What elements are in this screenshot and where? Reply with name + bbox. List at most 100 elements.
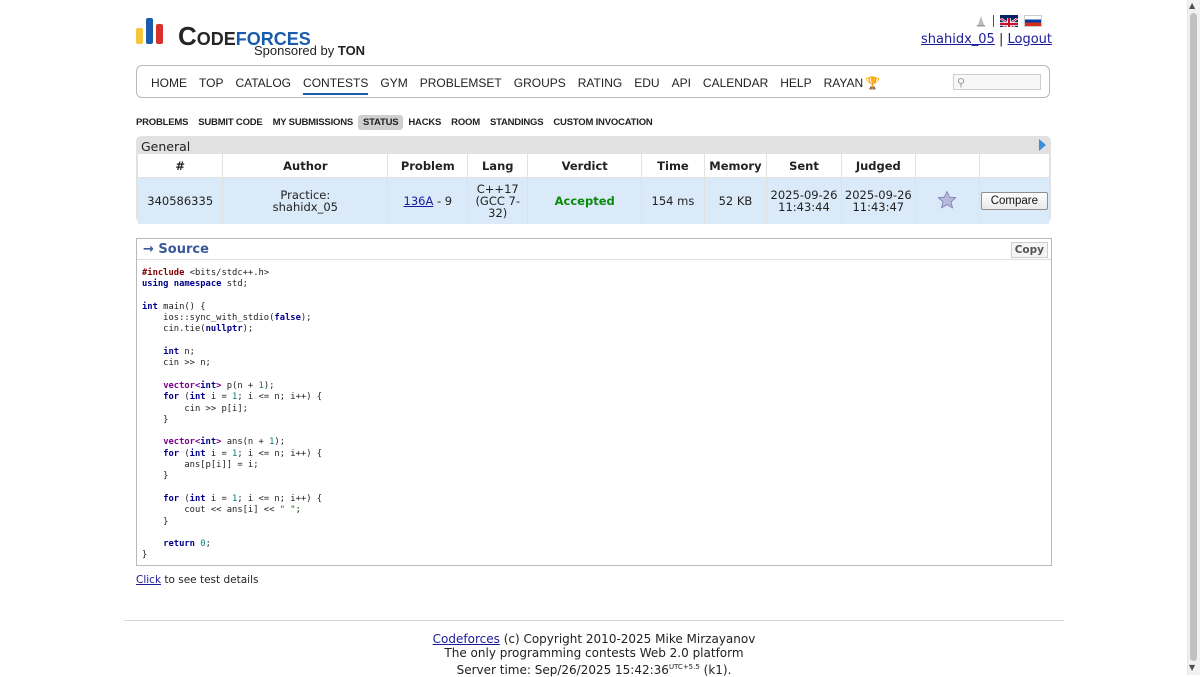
submission-table: # Author Problem Lang Verdict Time Memory Sent J…	[138, 154, 1049, 224]
sent-cell: 2025-09-26 11:43:44	[766, 177, 842, 224]
menu-item-label: GROUPS	[513, 76, 566, 90]
test-details-line: Click to see test details	[136, 574, 258, 586]
source-code[interactable]: #include <bits/stdc++.h> using namespace…	[142, 268, 322, 562]
problem-link[interactable]: 136A	[404, 194, 434, 208]
compare-button[interactable]: Compare	[980, 192, 1048, 210]
column-header: Time	[641, 154, 705, 178]
column-header	[979, 154, 1049, 178]
icon-separator	[993, 15, 994, 27]
trophy-icon: 🏆	[865, 76, 881, 90]
scroll-down-arrow-icon[interactable]: ▼	[1189, 663, 1195, 673]
user-separator: |	[998, 32, 1004, 47]
vertical-scrollbar[interactable]: ▲ ▼	[1187, 0, 1200, 675]
column-header	[915, 154, 980, 178]
menu-item-home[interactable]: HOME	[151, 76, 187, 95]
sponsor-name[interactable]: TON	[338, 43, 365, 58]
profile-link[interactable]: shahidx_05	[921, 32, 995, 47]
scroll-up-arrow-icon[interactable]: ▲	[1189, 1, 1195, 11]
menu-item-edu[interactable]: EDU	[634, 76, 659, 95]
menu-item-gym[interactable]: GYM	[380, 76, 407, 95]
submenu-item-room[interactable]: ROOM	[446, 115, 485, 130]
logout-link[interactable]: Logout	[1007, 32, 1052, 47]
footer-tagline: The only programming contests Web 2.0 pl…	[444, 646, 744, 660]
user-links: shahidx_05 | Logout	[921, 32, 1052, 47]
favourite-cell	[915, 177, 980, 224]
menu-item-rating[interactable]: RATING	[578, 76, 622, 95]
menu-item-label: CONTESTS	[303, 76, 369, 90]
menu-item-label: CATALOG	[235, 76, 292, 90]
menu-item-catalog[interactable]: CATALOG	[235, 76, 291, 95]
test-details-text: to see test details	[164, 574, 259, 586]
contest-submenu: PROBLEMS SUBMIT CODE MY SUBMISSIONS STATUS H…	[136, 115, 658, 130]
menu-item-label: EDU	[634, 76, 660, 90]
submission-id[interactable]: 340586335	[138, 177, 224, 224]
menu-item-label: GYM	[380, 76, 408, 90]
english-flag-icon[interactable]	[1000, 15, 1018, 27]
submenu-item-custom-invocation[interactable]: CUSTOM INVOCATION	[548, 115, 657, 130]
footer-server-time-line: Server time: Sep/26/2025 15:42:36UTC+5.5…	[0, 660, 1188, 677]
search-input[interactable]: ⚲	[953, 74, 1041, 90]
footer-copyright: (c) Copyright 2010-2025 Mike Mirzayanov	[503, 632, 756, 646]
lang-cell: C++17 (GCC 7-32)	[467, 177, 529, 224]
submenu-item-my-submissions[interactable]: MY SUBMISSIONS	[268, 115, 358, 130]
main-menu-list: HOME TOP CATALOG CONTESTS GYM PROBLEMSET GROUP…	[151, 76, 880, 95]
menu-item-label: API	[671, 76, 691, 90]
time-cell: 154 ms	[641, 177, 705, 224]
problem-cell: 136A - 9	[387, 177, 469, 224]
sponsor-prefix: Sponsored by	[254, 43, 335, 58]
code-area[interactable]: #include <bits/stdc++.h> using namespace…	[137, 259, 1051, 566]
footer-codeforces-link[interactable]: Codeforces	[433, 632, 500, 646]
column-header: Author	[222, 154, 389, 178]
submenu-item-status[interactable]: STATUS	[358, 115, 404, 130]
compare-cell: Compare	[979, 177, 1049, 224]
menu-item-groups[interactable]: GROUPS	[514, 76, 566, 95]
menu-item-label: RATING	[577, 76, 623, 90]
favourite-star-icon[interactable]	[937, 190, 958, 210]
submenu-item-hacks[interactable]: HACKS	[403, 115, 446, 130]
menu-item-top[interactable]: TOP	[199, 76, 223, 95]
menu-item-problemset[interactable]: PROBLEMSET	[420, 76, 502, 95]
footer-divider	[124, 620, 1064, 621]
menu-item-calendar[interactable]: CALENDAR	[703, 76, 768, 95]
submenu-item-standings[interactable]: STANDINGS	[485, 115, 548, 130]
menu-item-label: PROBLEMSET	[419, 76, 502, 90]
expand-arrow-icon[interactable]	[1039, 139, 1046, 151]
menu-item-help[interactable]: HELP	[780, 76, 811, 95]
column-header: Lang	[467, 154, 529, 178]
table-header-row: # Author Problem Lang Verdict Time Memory Sent J…	[138, 154, 1049, 178]
column-header: Memory	[704, 154, 768, 178]
scrollbar-thumb[interactable]	[1190, 13, 1197, 661]
judged-cell: 2025-09-26 11:43:47	[841, 177, 916, 224]
notification-icon[interactable]	[975, 15, 987, 27]
menu-item-api[interactable]: API	[672, 76, 691, 95]
column-header: Sent	[766, 154, 842, 178]
search-icon: ⚲	[957, 76, 966, 89]
problem-suffix: - 9	[436, 194, 453, 208]
verdict-accepted[interactable]: Accepted	[555, 194, 615, 208]
column-header: Verdict	[527, 154, 643, 178]
test-details-link[interactable]: Click	[136, 574, 161, 586]
author-cell: Practice: shahidx_05	[222, 177, 389, 224]
logo-word-code: Code	[178, 21, 236, 51]
menu-item-rayan[interactable]: RAYAN 🏆	[824, 76, 881, 95]
menu-item-label: RAYAN	[823, 76, 864, 90]
russian-flag-icon[interactable]	[1024, 15, 1042, 27]
submission-status-box: General # Author Problem Lang Verdict Time Mem…	[136, 136, 1051, 224]
submenu-item-problems[interactable]: PROBLEMS	[136, 115, 193, 130]
menu-item-contests[interactable]: CONTESTS	[303, 76, 369, 95]
menu-item-label: CALENDAR	[702, 76, 769, 90]
column-header: Problem	[387, 154, 469, 178]
column-header: Judged	[841, 154, 916, 178]
status-section-title: General	[141, 139, 191, 154]
author-line-2[interactable]: shahidx_05	[224, 201, 386, 213]
footer-timezone: UTC+5.5	[668, 663, 700, 671]
language-switcher	[975, 13, 1042, 29]
sponsor-line: Sponsored by TON	[254, 43, 365, 58]
column-header: #	[138, 154, 224, 178]
verdict-cell: Accepted	[527, 177, 643, 224]
submenu-item-submit-code[interactable]: SUBMIT CODE	[193, 115, 267, 130]
table-row: 340586335 Practice: shahidx_05 136A - 9 …	[138, 177, 1049, 224]
copy-button[interactable]: Copy	[1010, 242, 1048, 258]
source-box: → Source Copy #include <bits/stdc++.h> u…	[136, 238, 1052, 566]
main-menu: HOME TOP CATALOG CONTESTS GYM PROBLEMSET GROUP…	[136, 65, 1050, 98]
